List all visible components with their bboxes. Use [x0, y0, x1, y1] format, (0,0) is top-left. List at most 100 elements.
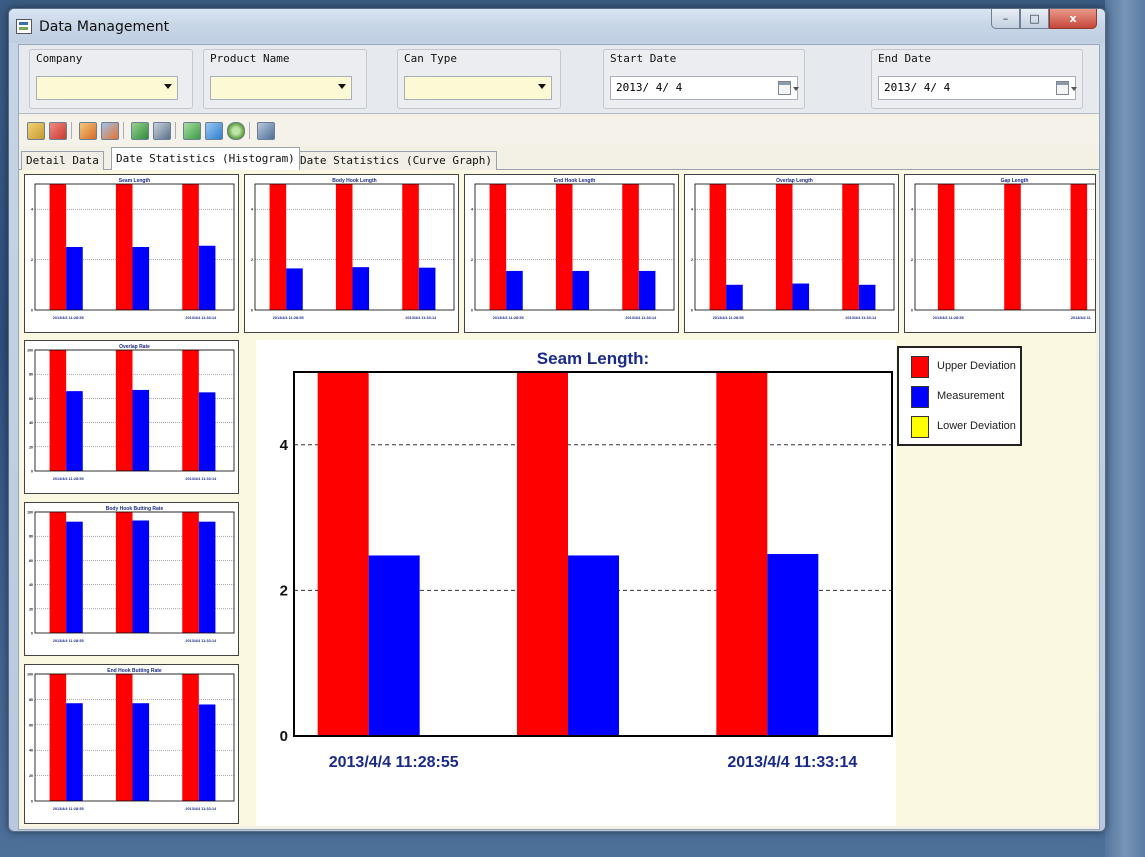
bar-measurement — [572, 270, 590, 310]
y-tick-label: 4 — [911, 208, 913, 212]
bar-measurement — [198, 521, 216, 633]
company-combo[interactable] — [36, 76, 178, 100]
y-tick-label: 80 — [29, 535, 33, 539]
chevron-down-icon[interactable] — [338, 84, 346, 89]
seam-length-mini-chart[interactable]: Seam Length 0 2 4 2013/4/4 11:28:55 2013/4/4 … — [24, 174, 239, 333]
desktop-background — [1105, 0, 1145, 857]
y-tick-label: 2 — [251, 258, 253, 262]
chart-legend: Upper Deviation Measurement Lower Deviat… — [897, 346, 1022, 446]
seam-length-main-svg: Seam Length: 0 2 4 2013/4/4 11:28:55 2013/4/4… — [280, 349, 893, 771]
bar-measurement — [418, 267, 436, 310]
can-type-combo[interactable] — [404, 76, 552, 100]
bar-measurement — [638, 270, 656, 310]
y-tick-label: 0 — [471, 309, 473, 313]
close-button[interactable]: x — [1049, 9, 1097, 29]
tab-bar: Detail Data Date Statistics (Histogram) … — [19, 147, 1099, 170]
product-label: Product Name — [210, 52, 290, 65]
bar-upper — [842, 184, 859, 310]
export-excel-icon[interactable] — [131, 122, 149, 140]
calendar-icon[interactable] — [778, 81, 799, 95]
bar-measurement — [198, 245, 216, 310]
end-hook-butting-rate-mini-chart[interactable]: End Hook Butting Rate 0 20 40 60 80 100 2013/4/… — [24, 664, 239, 824]
window-title: Data Management — [39, 19, 170, 35]
bar-measurement — [726, 284, 743, 310]
bar-measurement — [568, 555, 619, 736]
legend-label-measurement: Measurement — [937, 390, 1005, 402]
bar-upper — [115, 184, 133, 310]
bar-upper — [555, 184, 573, 310]
y-tick-label: 4 — [471, 208, 473, 212]
refresh-icon[interactable] — [183, 122, 201, 140]
minimize-button[interactable]: – — [991, 9, 1020, 29]
y-tick-label: 2 — [691, 258, 693, 262]
tab-detail-data[interactable]: Detail Data — [21, 151, 104, 170]
y-tick-label: 20 — [29, 607, 33, 611]
legend-swatch-upper — [911, 356, 929, 378]
new-record-icon[interactable] — [27, 122, 45, 140]
end-date-picker[interactable]: 2013/ 4/ 4 — [878, 76, 1077, 100]
bar-upper — [517, 372, 568, 736]
bar-measurement — [858, 284, 876, 310]
bar-upper — [49, 184, 67, 310]
settings-icon[interactable] — [227, 122, 245, 140]
y-tick-label: 40 — [29, 583, 33, 587]
tab-date-statistics-curve-graph[interactable]: Date Statistics (Curve Graph) — [295, 151, 498, 170]
bar-measurement — [198, 392, 216, 471]
tab-date-statistics-histogram[interactable]: Date Statistics (Histogram) — [111, 147, 300, 170]
bar-measurement — [132, 703, 150, 801]
bar-upper — [182, 512, 199, 633]
can-type-label: Can Type — [404, 52, 457, 65]
y-tick-label: 40 — [29, 421, 33, 425]
edit-save-icon[interactable] — [101, 122, 119, 140]
overlap-rate-mini-chart[interactable]: Overlap Rate 0 20 40 60 80 100 2013/4/4 11:28:5… — [24, 340, 239, 494]
edit-icon[interactable] — [79, 122, 97, 140]
bar-upper — [49, 350, 67, 471]
x-tick-label: 2013/4/4 11:28:55 — [53, 807, 84, 811]
bar-upper — [182, 350, 199, 471]
delete-record-icon[interactable] — [49, 122, 67, 140]
gap-length-mini-chart[interactable]: Gap Length 0 2 4 2013/4/4 11:28:55 2013/4/4 1… — [904, 174, 1096, 333]
y-tick-label: 4 — [31, 208, 33, 212]
bar-upper — [115, 674, 133, 801]
chevron-down-icon[interactable] — [164, 84, 172, 89]
x-tick-label: 2013/4/4 11:28:55 — [273, 316, 304, 320]
body-hook-butting-rate-mini-chart[interactable]: Body Hook Butting Rate 0 20 40 60 80 100 2013/4… — [24, 502, 239, 656]
maximize-button[interactable]: □ — [1020, 9, 1049, 29]
print-icon[interactable] — [153, 122, 171, 140]
end-date-label: End Date — [878, 52, 931, 65]
bar-measurement — [66, 247, 83, 310]
title-bar[interactable]: Data Management – □ x — [9, 9, 1105, 43]
can-type-group: Can Type — [397, 49, 561, 109]
x-tick-label: 2013/4/4 11:33:14 — [845, 316, 877, 320]
seam-length-main-chart[interactable]: Seam Length: 0 2 4 2013/4/4 11:28:55 2013/4/4… — [256, 340, 896, 826]
import-icon[interactable] — [205, 122, 223, 140]
bar-measurement — [198, 704, 216, 801]
window-icon[interactable] — [257, 122, 275, 140]
y-tick-label: 100 — [27, 673, 33, 677]
x-tick-label: 2013/4/4 11:28:55 — [53, 477, 84, 481]
product-combo[interactable] — [210, 76, 352, 100]
y-tick-label: 2 — [911, 258, 913, 262]
bar-measurement — [368, 555, 420, 736]
end-date-group: End Date 2013/ 4/ 4 — [871, 49, 1083, 109]
legend-swatch-lower — [911, 416, 929, 438]
bar-measurement — [132, 389, 150, 471]
y-tick-label: 100 — [27, 511, 33, 515]
filter-bar: Company Product Name Can Type Start Date… — [19, 45, 1099, 114]
bar-upper — [709, 184, 727, 310]
body-hook-length-mini-chart[interactable]: Body Hook Length 0 2 4 2013/4/4 11:28:55 2013… — [244, 174, 459, 333]
overlap-length-mini-chart[interactable]: Overlap Length 0 2 4 2013/4/4 11:28:55 2013/4… — [684, 174, 899, 333]
overlap-length-mini-svg: Overlap Length 0 2 4 2013/4/4 11:28:55 2013/4… — [691, 178, 895, 320]
y-tick-label: 0 — [31, 470, 33, 474]
chart-title: Seam Length — [119, 178, 150, 184]
window-controls: – □ x — [991, 9, 1097, 29]
start-date-picker[interactable]: 2013/ 4/ 4 — [610, 76, 799, 100]
bar-measurement — [66, 703, 83, 801]
chevron-down-icon[interactable] — [538, 84, 546, 89]
bar-upper — [317, 372, 369, 736]
calendar-icon[interactable] — [1056, 81, 1077, 95]
toolbar-separator — [249, 122, 250, 139]
bar-measurement — [286, 268, 303, 310]
end-hook-length-mini-chart[interactable]: End Hook Length 0 2 4 2013/4/4 11:28:55 2013/… — [464, 174, 679, 333]
chart-title: Overlap Rate — [119, 344, 150, 350]
